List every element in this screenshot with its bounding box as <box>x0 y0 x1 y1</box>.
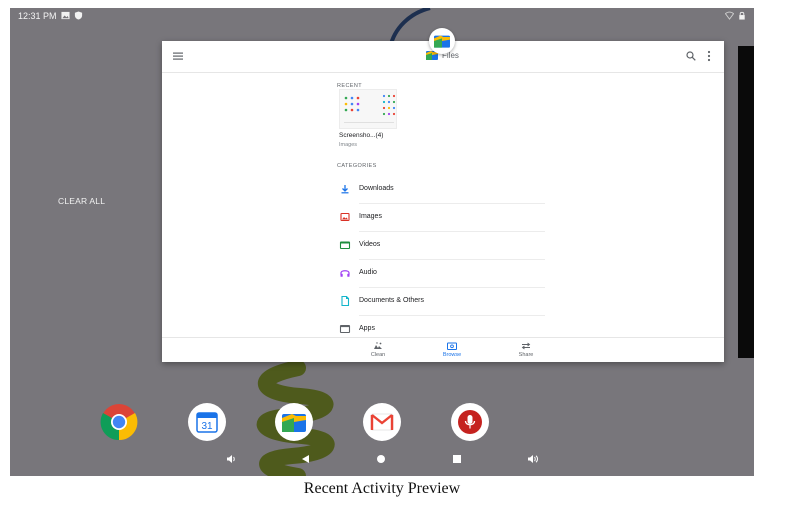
recents-icon[interactable] <box>451 453 463 465</box>
chrome-icon[interactable] <box>100 403 138 441</box>
gmail-icon[interactable] <box>363 403 401 441</box>
clean-icon <box>374 342 382 349</box>
microphone-icon <box>458 410 482 434</box>
browse-icon <box>447 342 457 350</box>
video-icon <box>339 241 351 250</box>
chrome-logo-icon <box>100 404 138 441</box>
next-recent-card[interactable] <box>738 46 754 358</box>
document-icon <box>341 295 350 307</box>
category-downloads[interactable]: Downloads <box>337 176 557 204</box>
category-label: Audio <box>359 269 377 276</box>
figure-caption: Recent Activity Preview <box>303 480 461 497</box>
apps-icon <box>339 324 351 334</box>
category-apps[interactable]: Apps <box>337 316 557 337</box>
home-icon[interactable] <box>375 453 387 465</box>
tablet-screen: 12:31 PM CLEAR ALL Files RECENT Screensh… <box>10 8 754 476</box>
files-content: RECENT Screensho...(4) Images CATEGORIES <box>337 73 557 337</box>
category-label: Documents & Others <box>359 297 424 304</box>
nav-label: Share <box>518 352 534 358</box>
shield-icon <box>74 11 83 20</box>
categories-section-label: CATEGORIES <box>337 163 377 169</box>
files-logo-icon <box>282 414 306 432</box>
image-icon <box>61 11 70 20</box>
nav-browse[interactable]: Browse <box>432 342 472 358</box>
wifi-icon <box>725 11 734 20</box>
recent-item-subtitle: Images <box>339 142 358 148</box>
nav-label: Browse <box>442 352 462 358</box>
files-logo-icon <box>434 35 450 48</box>
calendar-day: 31 <box>201 421 213 432</box>
calendar-icon[interactable]: 31 <box>188 403 226 441</box>
files-dock-icon[interactable] <box>275 403 313 441</box>
nav-label: Clean <box>370 352 386 358</box>
audio-icon <box>340 270 350 277</box>
screenshot-thumbnail <box>344 94 396 123</box>
volume-up-icon[interactable] <box>527 453 539 465</box>
search-icon[interactable] <box>686 51 696 61</box>
files-app-icon[interactable] <box>429 28 455 54</box>
nav-share[interactable]: Share <box>506 342 546 358</box>
recent-item-thumbnail[interactable] <box>339 89 397 129</box>
back-icon[interactable] <box>300 453 312 465</box>
category-audio[interactable]: Audio <box>337 260 557 288</box>
status-time: 12:31 PM <box>18 11 57 21</box>
category-label: Images <box>359 213 382 220</box>
clear-all-button[interactable]: CLEAR ALL <box>58 196 105 206</box>
status-bar: 12:31 PM <box>10 8 754 24</box>
category-images[interactable]: Images <box>337 204 557 232</box>
image-icon <box>340 212 350 222</box>
category-label: Downloads <box>359 185 394 192</box>
volume-down-icon[interactable] <box>225 453 237 465</box>
files-app-card[interactable]: Files RECENT Screensho...(4) Images CATE… <box>162 41 724 362</box>
download-icon <box>341 185 349 194</box>
nav-clean[interactable]: Clean <box>358 342 398 358</box>
category-documents[interactable]: Documents & Others <box>337 288 557 316</box>
menu-icon[interactable] <box>173 51 183 61</box>
recent-item-name: Screensho...(4) <box>339 132 384 139</box>
category-videos[interactable]: Videos <box>337 232 557 260</box>
category-label: Videos <box>359 241 381 248</box>
calendar-logo-icon: 31 <box>196 412 218 433</box>
share-icon <box>521 342 531 350</box>
voice-recorder-icon[interactable] <box>451 403 489 441</box>
bottom-navigation: Clean Browse Share <box>162 337 724 362</box>
gmail-logo-icon <box>370 413 394 431</box>
more-vert-icon[interactable] <box>707 50 711 62</box>
category-label: Apps <box>359 325 375 332</box>
lock-icon <box>739 11 745 20</box>
